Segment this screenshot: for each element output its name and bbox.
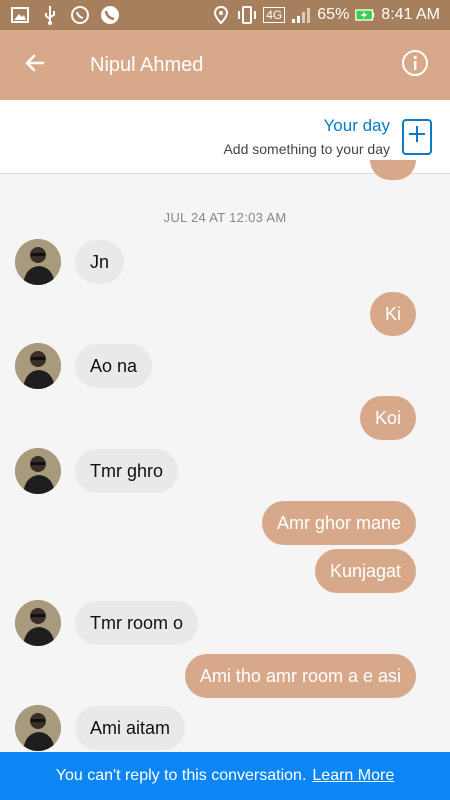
outgoing-message-bubble[interactable]: Koi [359,396,416,440]
message-timestamp: JUL 24 AT 12:03 AM [163,210,287,225]
incoming-message-row: Tmr room o [0,600,450,646]
add-to-day-button[interactable] [402,118,432,155]
status-left [10,5,120,25]
info-icon [401,49,429,82]
info-button[interactable] [380,30,450,100]
incoming-message-row: Tmr ghro [0,448,450,494]
outgoing-message-row: Koi [0,396,450,440]
avatar[interactable] [15,600,61,646]
your-day-subtitle: Add something to your day [223,141,390,157]
back-button[interactable] [0,30,70,100]
avatar[interactable] [15,448,61,494]
vibrate-icon [237,5,257,25]
incoming-message-row: Ami aitam [0,705,450,751]
incoming-message-bubble[interactable]: Tmr ghro [75,449,179,493]
outgoing-message-row: Ami tho amr room a e asi [0,654,450,698]
outgoing-message-row: Ki [0,292,450,336]
avatar[interactable] [15,705,61,751]
phone-icon [100,5,120,25]
previous-message-bubble [370,160,416,180]
network-type: 4G [263,7,286,23]
image-icon [10,5,30,25]
learn-more-link[interactable]: Learn More [312,767,394,785]
clock: 8:41 AM [381,6,440,23]
incoming-message-bubble[interactable]: Tmr room o [75,601,199,645]
outgoing-message-bubble[interactable]: Ki [369,292,416,336]
status-bar: 4G 65% 8:41 AM [0,0,450,30]
whatsapp-icon [70,5,90,25]
outgoing-message-row: Kunjagat [0,549,450,593]
cannot-reply-banner: You can't reply to this conversation. Le… [0,752,450,800]
signal-icon [291,5,311,25]
outgoing-message-row: Amr ghor mane [0,501,450,545]
outgoing-message-bubble[interactable]: Amr ghor mane [261,501,416,545]
incoming-message-bubble[interactable]: Ami aitam [75,706,186,750]
your-day-title: Your day [323,116,390,135]
arrow-left-icon [23,51,47,80]
incoming-message-row: Jn [0,239,450,285]
outgoing-message-bubble[interactable]: Kunjagat [314,549,416,593]
app-bar: Nipul Ahmed [0,30,450,100]
usb-icon [40,5,60,25]
outgoing-message-bubble[interactable]: Ami tho amr room a e asi [184,654,416,698]
conversation-title: Nipul Ahmed [90,53,204,76]
your-day-text: Your day Add something to your day [223,116,390,157]
incoming-message-bubble[interactable]: Ao na [75,344,153,388]
status-right: 4G 65% 8:41 AM [211,5,440,25]
cannot-reply-text: You can't reply to this conversation. [55,767,307,784]
battery-percent: 65% [317,6,350,23]
avatar[interactable] [15,239,61,285]
location-icon [211,5,231,25]
battery-charging-icon [355,5,375,25]
avatar[interactable] [15,343,61,389]
plus-icon [407,124,427,149]
incoming-message-row: Ao na [0,343,450,389]
incoming-message-bubble[interactable]: Jn [75,240,125,284]
